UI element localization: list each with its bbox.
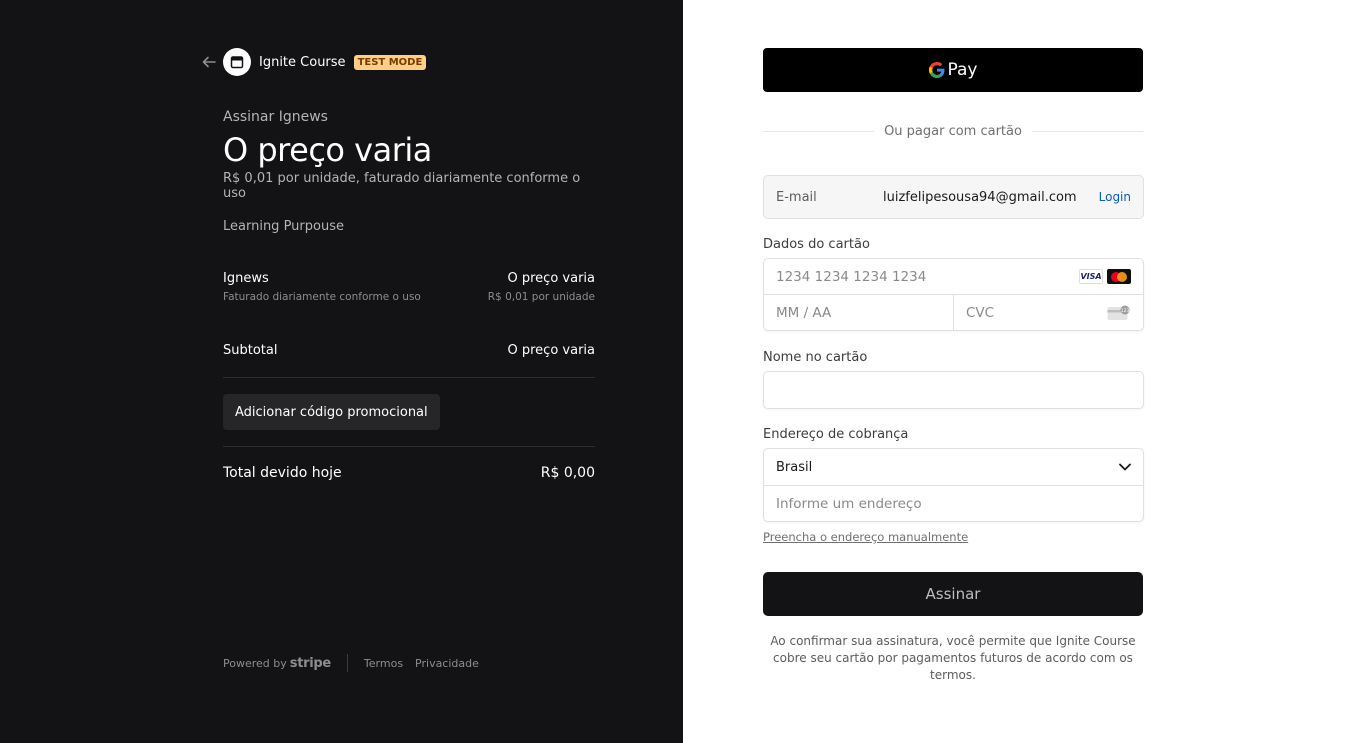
total-value: R$ 0,00 bbox=[540, 465, 595, 481]
merchant-name: Ignite Course bbox=[259, 54, 346, 70]
login-link[interactable]: Login bbox=[1099, 190, 1131, 204]
name-on-card-label: Nome no cartão bbox=[763, 350, 868, 365]
name-on-card-input[interactable] bbox=[763, 371, 1144, 409]
price-description: R$ 0,01 por unidade, faturado diariament… bbox=[223, 171, 581, 201]
expiry-placeholder: MM / AA bbox=[776, 305, 832, 321]
line-item-subtitle: Faturado diariamente conforme o uso bbox=[223, 291, 421, 303]
subscription-terms-text: Ao confirmar sua assinatura, você permit… bbox=[770, 634, 1136, 682]
add-promo-code-button[interactable]: Adicionar código promocional bbox=[223, 394, 440, 430]
powered-by[interactable]: Powered by stripe bbox=[223, 656, 331, 671]
cvc-placeholder: CVC bbox=[966, 305, 995, 321]
email-value: luizfelipesousa94@gmail.com bbox=[883, 189, 1077, 205]
billing-address-label: Endereço de cobrança bbox=[763, 427, 909, 442]
stripe-logo: stripe bbox=[289, 655, 331, 671]
back-button[interactable] bbox=[200, 53, 218, 71]
arrow-left-icon bbox=[202, 56, 216, 68]
mastercard-icon bbox=[1107, 269, 1131, 284]
email-field: E-mail luizfelipesousa94@gmail.com Login bbox=[763, 175, 1144, 219]
terms-link[interactable]: Termos bbox=[364, 657, 403, 670]
order-summary-panel: Ignite Course TEST MODE Assinar Ignews O… bbox=[0, 0, 683, 743]
line-item-name: Ignews bbox=[223, 271, 269, 286]
or-divider: Ou pagar com cartão bbox=[763, 124, 1144, 139]
footer: Powered by stripe Termos Privacidade bbox=[223, 654, 491, 672]
line-item: Ignews O preço varia Faturado diariament… bbox=[223, 271, 595, 303]
card-brands: VISA bbox=[1079, 269, 1131, 284]
line-item-amount: O preço varia bbox=[507, 271, 596, 286]
test-mode-badge: TEST MODE bbox=[353, 54, 427, 70]
total-label: Total devido hoje bbox=[223, 465, 342, 481]
total-row: Total devido hoje R$ 0,00 bbox=[223, 465, 595, 481]
subtotal-value: O preço varia bbox=[507, 343, 596, 358]
manual-address-link[interactable]: Preencha o endereço manualmente bbox=[763, 530, 968, 544]
store-icon bbox=[230, 56, 244, 69]
visa-icon: VISA bbox=[1079, 269, 1103, 284]
product-info: Assinar Ignews O preço varia R$ 0,01 por… bbox=[223, 109, 595, 234]
subtotal-label: Subtotal bbox=[223, 343, 278, 358]
merchant-header: Ignite Course TEST MODE bbox=[200, 48, 427, 76]
google-g-icon bbox=[928, 62, 945, 78]
email-label: E-mail bbox=[776, 189, 817, 205]
country-value: Brasil bbox=[776, 459, 813, 475]
address-placeholder: Informe um endereço bbox=[776, 496, 922, 512]
subscribe-button[interactable]: Assinar bbox=[763, 572, 1143, 616]
divider bbox=[223, 446, 595, 447]
or-divider-text: Ou pagar com cartão bbox=[884, 124, 1022, 139]
card-number-input[interactable]: 1234 1234 1234 1234 VISA bbox=[764, 259, 1143, 295]
footer-separator bbox=[346, 654, 348, 672]
line-item-unit-price: R$ 0,01 por unidade bbox=[487, 291, 595, 303]
subscribe-title: Assinar Ignews bbox=[223, 109, 328, 125]
card-details-label: Dados do cartão bbox=[763, 237, 870, 252]
google-pay-label: Pay bbox=[947, 60, 978, 80]
divider bbox=[223, 377, 595, 378]
subtotal-row: Subtotal O preço varia bbox=[223, 343, 595, 358]
card-cvc-icon: 123 bbox=[1107, 305, 1130, 320]
merchant-logo bbox=[223, 48, 251, 76]
powered-by-text: Powered by bbox=[223, 656, 287, 670]
expiry-input[interactable]: MM / AA bbox=[764, 295, 954, 331]
chevron-down-icon bbox=[1119, 463, 1131, 471]
card-number-placeholder: 1234 1234 1234 1234 bbox=[776, 268, 927, 285]
billing-address-group: Brasil Informe um endereço bbox=[763, 448, 1144, 522]
price-headline: O preço varia bbox=[223, 131, 432, 169]
product-description: Learning Purpouse bbox=[223, 219, 344, 234]
payment-panel: Pay Ou pagar com cartão E-mail luizfelip… bbox=[683, 0, 1366, 743]
country-select[interactable]: Brasil bbox=[764, 449, 1143, 486]
address-input[interactable]: Informe um endereço bbox=[764, 486, 1143, 522]
cvc-input[interactable]: CVC 123 bbox=[954, 295, 1143, 331]
card-details-group: 1234 1234 1234 1234 VISA MM / AA CVC 123 bbox=[763, 258, 1144, 331]
svg-text:123: 123 bbox=[1121, 308, 1130, 314]
google-pay-button[interactable]: Pay bbox=[763, 48, 1143, 92]
privacy-link[interactable]: Privacidade bbox=[415, 657, 479, 670]
